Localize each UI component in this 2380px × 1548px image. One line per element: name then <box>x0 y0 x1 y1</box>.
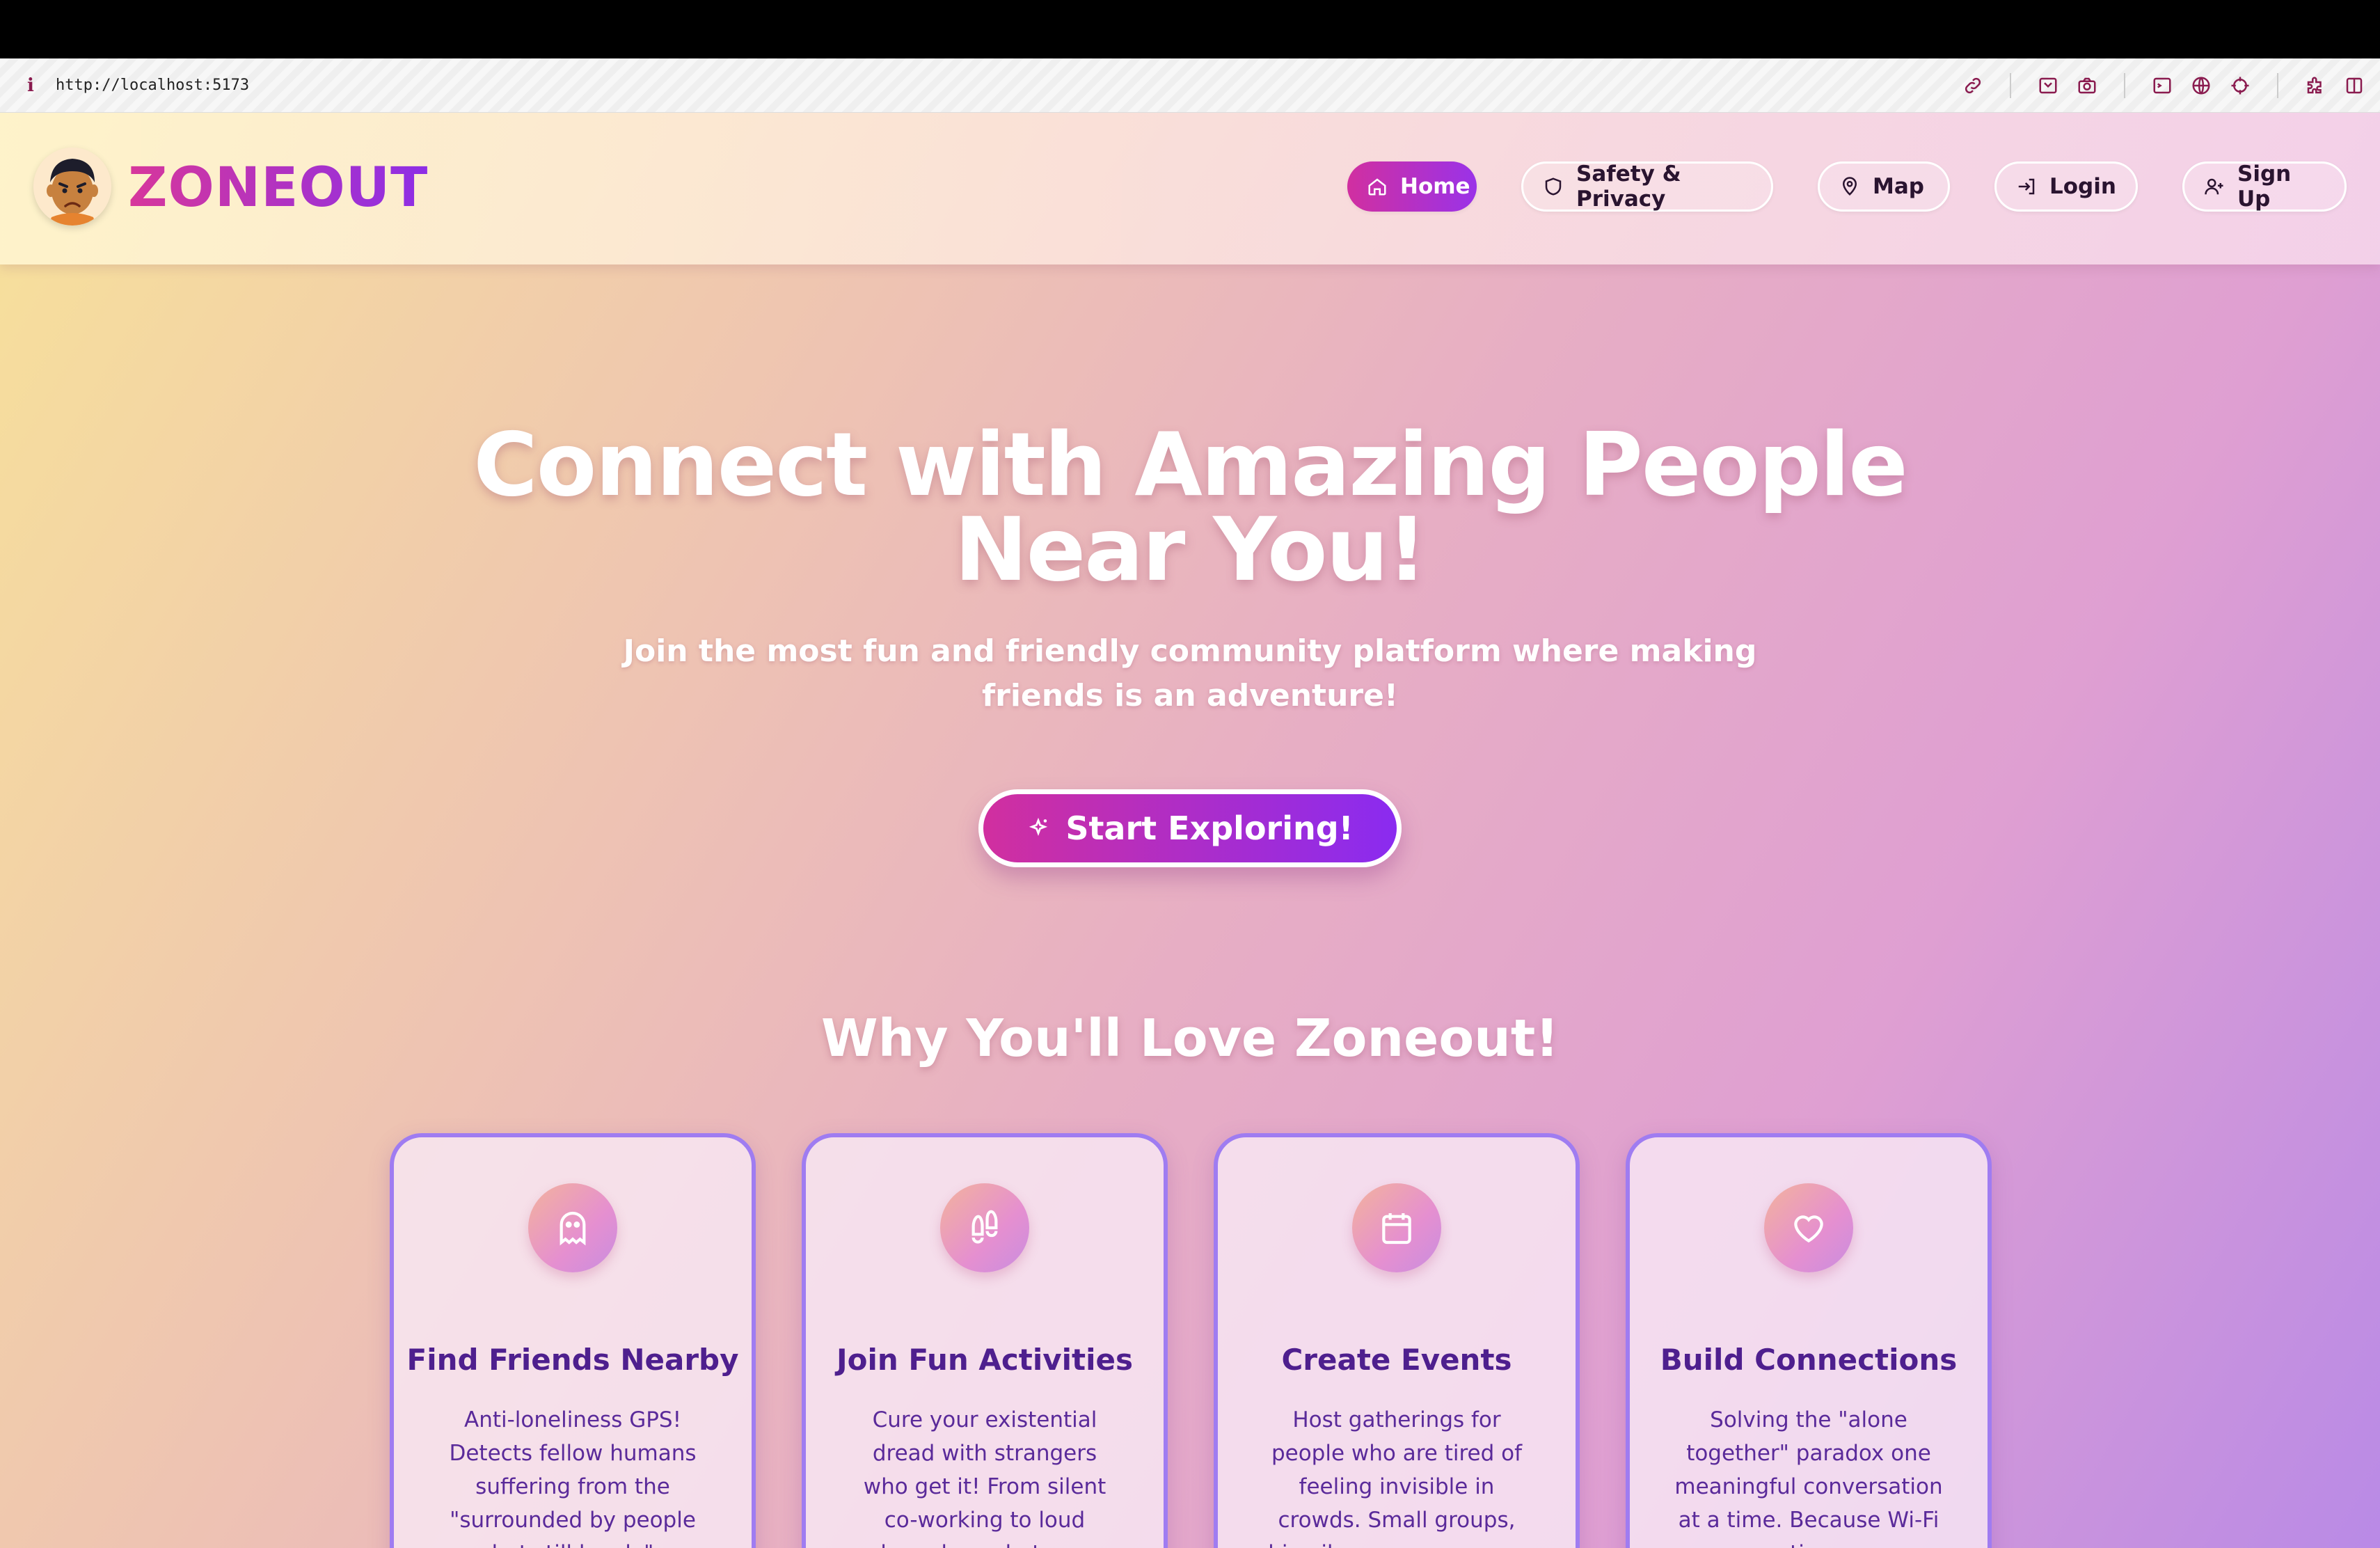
toolbar-divider <box>2010 73 2011 98</box>
nav-map-button[interactable]: Map <box>1818 161 1950 212</box>
extensions-icon[interactable] <box>2303 74 2327 97</box>
start-exploring-button[interactable]: Start Exploring! <box>978 789 1402 867</box>
camera-icon[interactable] <box>2075 74 2099 97</box>
url-text[interactable]: http://localhost:5173 <box>56 74 249 97</box>
feature-card-title: Build Connections <box>1660 1343 1958 1377</box>
crosshair-icon[interactable] <box>2228 74 2252 97</box>
globe-icon[interactable] <box>2189 74 2213 97</box>
zoneout-page: ZONEOUT Home Safety & Privacy Map Login … <box>0 113 2380 1548</box>
nav-safety-privacy-label: Safety & Privacy <box>1576 161 1681 212</box>
heart-icon <box>1764 1183 1853 1272</box>
feature-card-title: Join Fun Activities <box>836 1343 1134 1377</box>
feature-card-join-activities[interactable]: Join Fun Activities Cure your existentia… <box>802 1133 1168 1548</box>
hero-subtitle: Join the most fun and friendly community… <box>623 633 1757 713</box>
home-icon <box>1368 178 1386 196</box>
sparkles-icon <box>1029 817 1048 837</box>
feature-card-title: Find Friends Nearby <box>406 1343 739 1377</box>
feature-card-title: Create Events <box>1281 1343 1512 1377</box>
user-plus-icon <box>2205 178 2223 195</box>
hero-title-line-2: Near You! <box>954 498 1427 601</box>
feature-card-create-events[interactable]: Create Events Host gatherings for people… <box>1214 1133 1580 1548</box>
nav-home-button[interactable]: Home <box>1347 161 1477 212</box>
nav-signup-label: Sign Up <box>2237 161 2292 212</box>
logo-avatar[interactable] <box>33 148 111 226</box>
shield-icon <box>1545 177 1562 196</box>
feature-card-description: Solving the "alone together" paradox one… <box>1674 1407 1943 1548</box>
nav-home-label: Home <box>1400 174 1470 199</box>
nav-safety-privacy-button[interactable]: Safety & Privacy <box>1521 161 1773 212</box>
ghost-icon <box>528 1183 617 1272</box>
nav-map-label: Map <box>1873 174 1924 199</box>
save-icon[interactable] <box>2036 74 2060 97</box>
os-menu-bar <box>0 0 2380 58</box>
footprints-icon <box>940 1183 1029 1272</box>
nav-login-button[interactable]: Login <box>1994 161 2138 212</box>
hero-title-line-1: Connect with Amazing People <box>473 413 1907 516</box>
sidebar-icon[interactable] <box>2342 74 2366 97</box>
feature-card-find-friends[interactable]: Find Friends Nearby Anti-loneliness GPS!… <box>390 1133 756 1548</box>
link-icon[interactable] <box>1961 74 1985 97</box>
browser-toolbar <box>1961 58 2366 113</box>
top-navbar: ZONEOUT Home Safety & Privacy Map Login … <box>0 113 2380 264</box>
features-section-title: Why You'll Love Zoneout! <box>821 1009 1559 1068</box>
nav-signup-button[interactable]: Sign Up <box>2182 161 2347 212</box>
login-icon <box>2018 178 2035 195</box>
terminal-icon[interactable] <box>2150 74 2174 97</box>
toolbar-divider <box>2277 73 2278 98</box>
toolbar-divider <box>2124 73 2125 98</box>
start-exploring-label: Start Exploring! <box>1065 809 1354 847</box>
map-pin-icon <box>1842 177 1857 196</box>
feature-card-description: Cure your existential dread with strange… <box>863 1407 1106 1548</box>
feature-card-build-connections[interactable]: Build Connections Solving the "alone tog… <box>1626 1133 1992 1548</box>
browser-url-bar: i http://localhost:5173 <box>0 58 2380 113</box>
hero-title: Connect with Amazing People Near You! <box>0 413 2380 601</box>
brand-logo-text[interactable]: ZONEOUT <box>128 153 428 223</box>
feature-card-description: Host gatherings for people who are tired… <box>1268 1407 1525 1548</box>
info-icon[interactable]: i <box>24 74 38 97</box>
nav-login-label: Login <box>2049 174 2116 199</box>
feature-card-description: Anti-loneliness GPS! Detects fellow huma… <box>449 1407 697 1548</box>
calendar-icon <box>1352 1183 1441 1272</box>
